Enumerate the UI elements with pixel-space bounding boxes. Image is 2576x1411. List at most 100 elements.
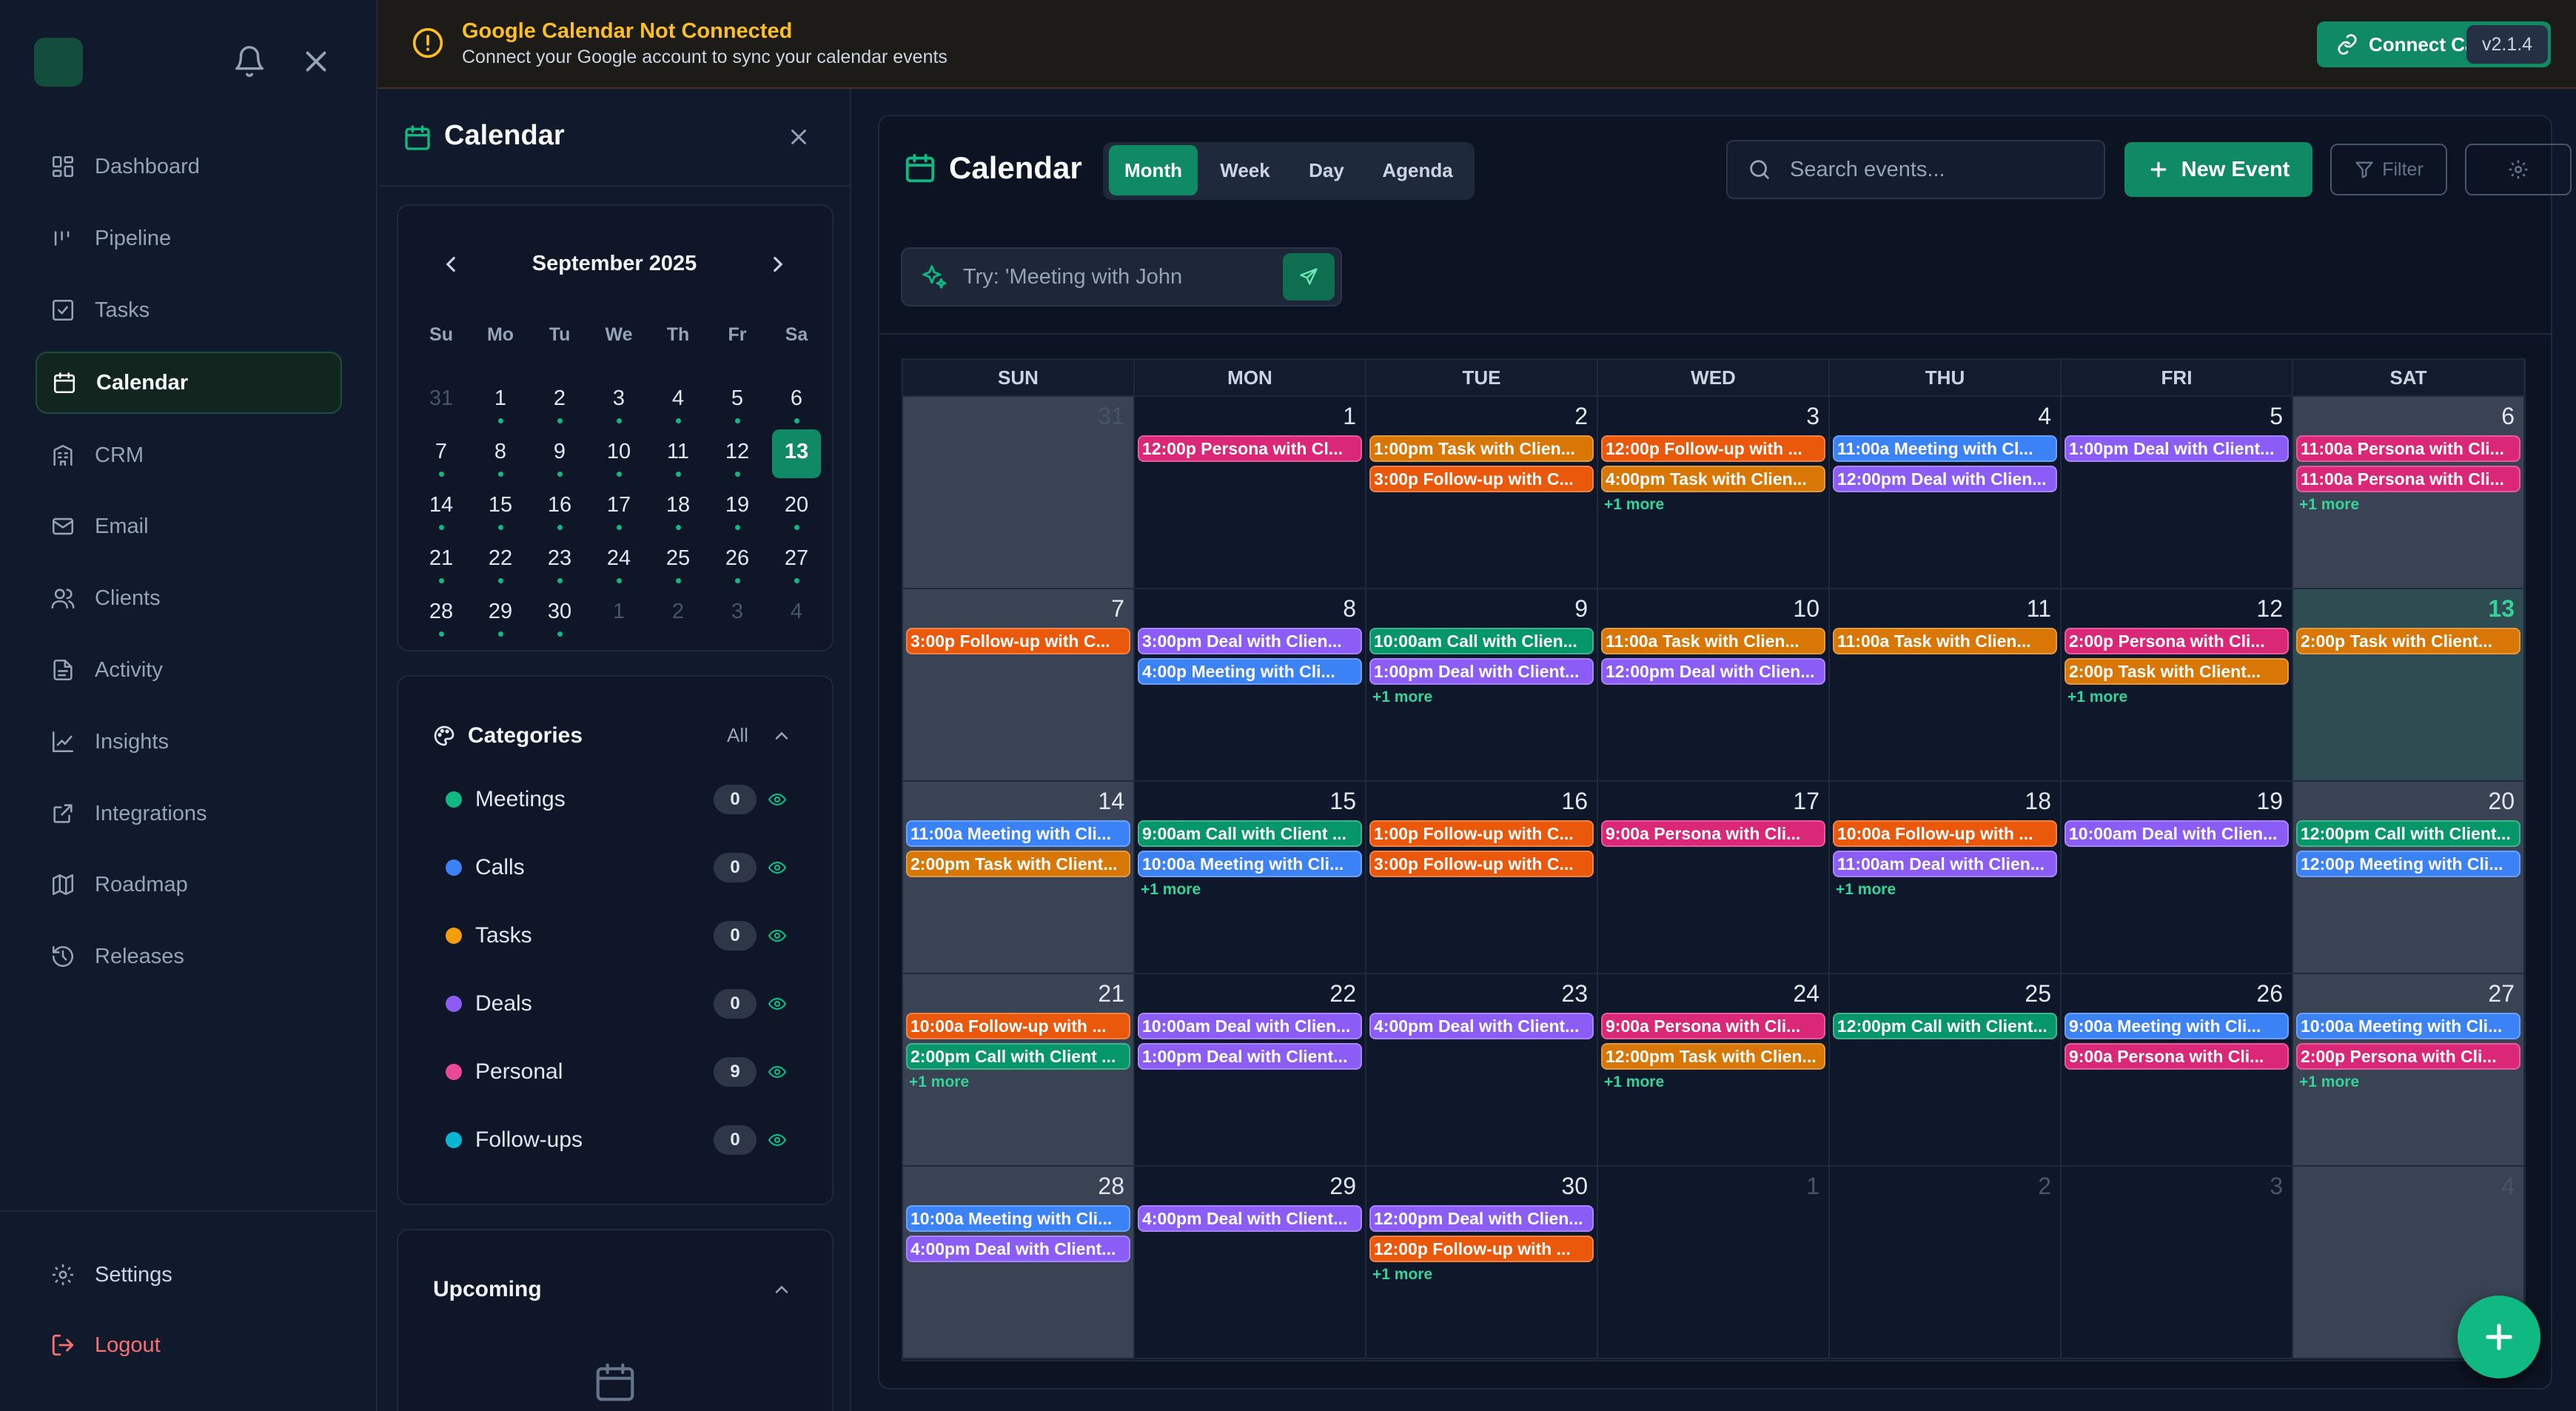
calendar-event[interactable]: 12:00pm Deal with Clien... (1369, 1205, 1594, 1232)
eye-icon[interactable] (768, 791, 786, 808)
calendar-event[interactable]: 10:00am Deal with Clien... (1138, 1013, 1362, 1039)
calendar-day-cell[interactable]: 3 12:00p Follow-up with ... 4:00pm Task wi… (1598, 397, 1830, 589)
category-calls[interactable]: Calls 0 (446, 845, 786, 890)
mini-calendar-day[interactable]: 21 (417, 536, 466, 585)
sidebar-item-crm[interactable]: CRM (36, 424, 342, 486)
more-events-link[interactable]: +1 more (909, 1073, 969, 1091)
calendar-event[interactable]: 2:00p Persona with Cli... (2296, 1043, 2520, 1070)
calendar-event[interactable]: 12:00p Persona with Cl... (1138, 435, 1362, 462)
more-events-link[interactable]: +1 more (1372, 1266, 1432, 1284)
chevron-up-icon[interactable] (771, 1279, 792, 1300)
calendar-day-cell[interactable]: 17 9:00a Persona with Cli... (1598, 782, 1830, 974)
calendar-event[interactable]: 11:00a Task with Clien... (1601, 628, 1825, 654)
mini-calendar-day[interactable]: 22 (476, 536, 525, 585)
add-event-fab[interactable] (2458, 1296, 2540, 1378)
mini-calendar-day[interactable]: 26 (713, 536, 762, 585)
category-follow-ups[interactable]: Follow-ups 0 (446, 1118, 786, 1162)
more-events-link[interactable]: +1 more (1604, 496, 1664, 514)
sidebar-item-insights[interactable]: Insights (36, 711, 342, 773)
ai-quick-add-input[interactable] (963, 264, 1274, 289)
calendar-event[interactable]: 1:00pm Deal with Client... (1138, 1043, 1362, 1070)
tab-month[interactable]: Month (1109, 145, 1198, 195)
calendar-day-cell[interactable]: 21 10:00a Follow-up with ... 2:00pm Call w… (903, 974, 1135, 1167)
mini-calendar-day[interactable]: 31 (417, 376, 466, 425)
calendar-event[interactable]: 1:00pm Deal with Client... (1369, 658, 1594, 685)
calendar-event[interactable]: 3:00pm Deal with Clien... (1138, 628, 1362, 654)
calendar-day-cell[interactable]: 18 10:00a Follow-up with ... 11:00am Deal … (1830, 782, 2062, 974)
calendar-day-cell[interactable]: 1 12:00p Persona with Cl... (1135, 397, 1366, 589)
calendar-event[interactable]: 12:00p Follow-up with ... (1369, 1236, 1594, 1262)
calendar-event[interactable]: 10:00a Meeting with Cli... (1138, 851, 1362, 877)
calendar-day-cell[interactable]: 7 3:00p Follow-up with C... (903, 589, 1135, 782)
new-event-button[interactable]: New Event (2124, 142, 2312, 197)
calendar-event[interactable]: 12:00pm Call with Client... (2296, 820, 2520, 847)
calendar-day-cell[interactable]: 20 12:00pm Call with Client... 12:00p Meet… (2293, 782, 2525, 974)
category-personal[interactable]: Personal 9 (446, 1050, 786, 1094)
sidebar-item-clients[interactable]: Clients (36, 567, 342, 629)
eye-icon[interactable] (768, 859, 786, 877)
mini-calendar-day[interactable]: 18 (654, 483, 702, 532)
chevron-left-icon[interactable] (438, 252, 463, 277)
calendar-event[interactable]: 11:00a Task with Clien... (1833, 628, 2057, 654)
categories-all-toggle[interactable]: All (727, 724, 748, 747)
category-tasks[interactable]: Tasks 0 (446, 914, 786, 958)
eye-icon[interactable] (768, 1063, 786, 1081)
search-input[interactable] (1790, 157, 2086, 182)
mini-calendar-day[interactable]: 15 (476, 483, 525, 532)
mini-calendar-day[interactable]: 7 (417, 429, 466, 478)
mini-calendar-day[interactable]: 4 (772, 589, 821, 638)
more-events-link[interactable]: +1 more (2299, 496, 2359, 514)
calendar-event[interactable]: 1:00pm Task with Clien... (1369, 435, 1594, 462)
sidebar-item-activity[interactable]: Activity (36, 639, 342, 701)
mini-calendar-day[interactable]: 3 (594, 376, 643, 425)
calendar-event[interactable]: 3:00p Follow-up with C... (1369, 851, 1594, 877)
more-events-link[interactable]: +1 more (1604, 1073, 1664, 1091)
mini-calendar-day[interactable]: 10 (594, 429, 643, 478)
calendar-settings-button[interactable] (2465, 144, 2572, 195)
calendar-day-cell[interactable]: 28 10:00a Meeting with Cli... 4:00pm Deal … (903, 1167, 1135, 1359)
calendar-day-cell[interactable]: 1 (1598, 1167, 1830, 1359)
settings-button[interactable]: Settings (36, 1244, 342, 1306)
calendar-event[interactable]: 11:00a Persona with Cli... (2296, 466, 2520, 492)
calendar-day-cell[interactable]: 24 9:00a Persona with Cli... 12:00pm Task … (1598, 974, 1830, 1167)
more-events-link[interactable]: +1 more (2067, 688, 2127, 706)
calendar-day-cell[interactable]: 27 10:00a Meeting with Cli... 2:00p Person… (2293, 974, 2525, 1167)
calendar-event[interactable]: 9:00a Persona with Cli... (2065, 1043, 2289, 1070)
sidebar-item-integrations[interactable]: Integrations (36, 782, 342, 845)
calendar-day-cell[interactable]: 13 2:00p Task with Client... (2293, 589, 2525, 782)
calendar-day-cell[interactable]: 5 1:00pm Deal with Client... (2062, 397, 2293, 589)
calendar-day-cell[interactable]: 16 1:00p Follow-up with C... 3:00p Follow-… (1366, 782, 1598, 974)
sidebar-item-dashboard[interactable]: Dashboard (36, 135, 342, 198)
calendar-event[interactable]: 12:00pm Task with Clien... (1601, 1043, 1825, 1070)
eye-icon[interactable] (768, 995, 786, 1013)
calendar-event[interactable]: 10:00a Follow-up with ... (1833, 820, 2057, 847)
mini-calendar-day[interactable]: 13 (772, 429, 821, 478)
mini-calendar-day[interactable]: 12 (713, 429, 762, 478)
sidebar-item-email[interactable]: Email (36, 495, 342, 557)
calendar-day-cell[interactable]: 3 (2062, 1167, 2293, 1359)
logout-button[interactable]: Logout (36, 1314, 342, 1376)
filter-button[interactable]: Filter (2330, 144, 2447, 195)
eye-icon[interactable] (768, 927, 786, 945)
calendar-day-cell[interactable]: 19 10:00am Deal with Clien... (2062, 782, 2293, 974)
sidebar-item-releases[interactable]: Releases (36, 925, 342, 988)
calendar-day-cell[interactable]: 10 11:00a Task with Clien... 12:00pm Deal … (1598, 589, 1830, 782)
more-events-link[interactable]: +1 more (1836, 881, 1896, 899)
calendar-event[interactable]: 11:00a Meeting with Cli... (906, 820, 1130, 847)
calendar-day-cell[interactable]: 23 4:00pm Deal with Client... (1366, 974, 1598, 1167)
calendar-day-cell[interactable]: 8 3:00pm Deal with Clien... 4:00p Meeting … (1135, 589, 1366, 782)
calendar-event[interactable]: 1:00p Follow-up with C... (1369, 820, 1594, 847)
send-button[interactable] (1283, 253, 1335, 301)
calendar-event[interactable]: 2:00p Task with Client... (2065, 658, 2289, 685)
mini-calendar-day[interactable]: 2 (535, 376, 584, 425)
eye-icon[interactable] (768, 1131, 786, 1149)
calendar-day-cell[interactable]: 2 1:00pm Task with Clien... 3:00p Follow-u… (1366, 397, 1598, 589)
calendar-event[interactable]: 4:00pm Deal with Client... (1138, 1205, 1362, 1232)
calendar-event[interactable]: 12:00pm Call with Client... (1833, 1013, 2057, 1039)
calendar-event[interactable]: 9:00a Persona with Cli... (1601, 820, 1825, 847)
calendar-event[interactable]: 12:00p Meeting with Cli... (2296, 851, 2520, 877)
calendar-event[interactable]: 4:00pm Deal with Client... (906, 1236, 1130, 1262)
tab-week[interactable]: Week (1204, 145, 1287, 195)
mini-calendar-day[interactable]: 8 (476, 429, 525, 478)
mini-calendar-day[interactable]: 25 (654, 536, 702, 585)
